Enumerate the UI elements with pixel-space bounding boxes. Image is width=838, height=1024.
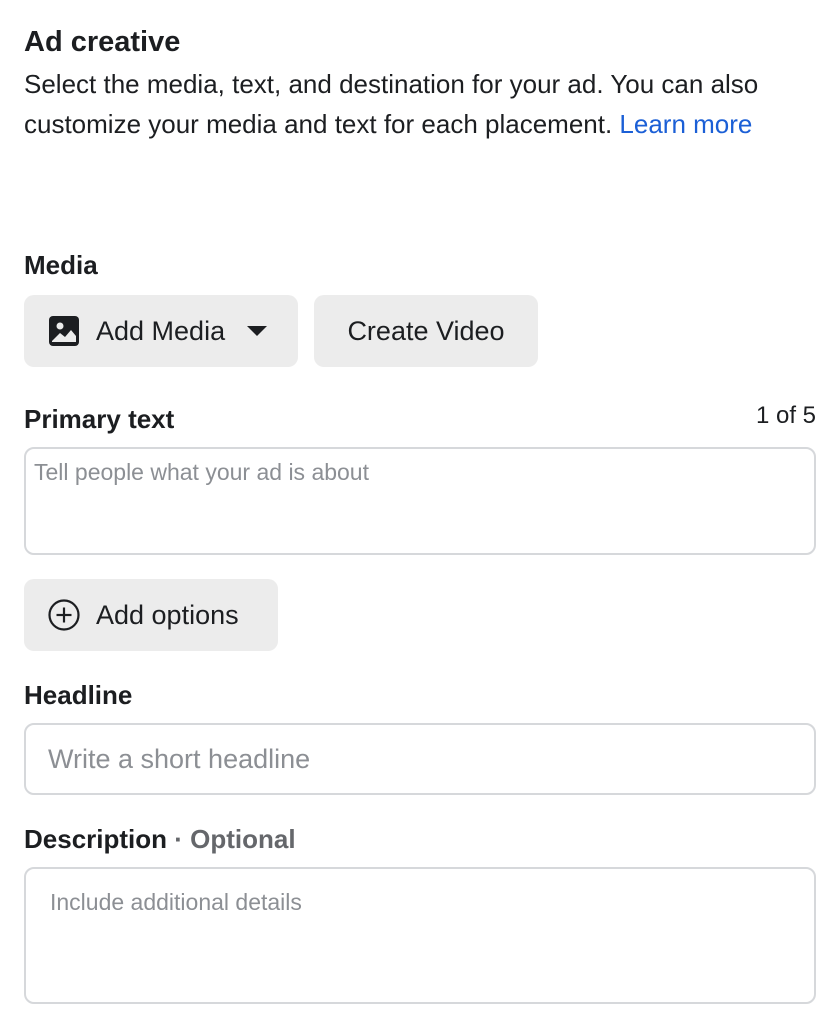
add-options-button[interactable]: Add options: [24, 579, 278, 651]
media-label: Media: [24, 250, 98, 280]
plus-circle-icon: [48, 599, 80, 631]
add-options-label: Add options: [96, 599, 239, 630]
intro-text: Select the media, text, and destination …: [24, 64, 814, 144]
image-icon: [48, 315, 80, 347]
create-video-button[interactable]: Create Video: [314, 295, 538, 367]
optional-tag: · Optional: [174, 824, 296, 854]
headline-input[interactable]: [24, 723, 816, 795]
headline-label: Headline: [24, 680, 133, 710]
add-media-button[interactable]: Add Media: [24, 295, 298, 367]
create-video-label: Create Video: [347, 315, 505, 346]
primary-text-counter: 1 of 5: [755, 402, 816, 429]
description-label: Description · Optional: [24, 824, 296, 855]
description-field[interactable]: [24, 867, 816, 1004]
primary-text-field[interactable]: [24, 447, 816, 555]
chevron-down-icon: [247, 326, 268, 336]
add-media-label: Add Media: [96, 315, 226, 346]
section-title: Ad creative: [24, 26, 181, 58]
learn-more-link[interactable]: Learn more: [619, 109, 752, 139]
primary-text-label: Primary text: [24, 404, 175, 434]
description-label-text: Description: [24, 824, 168, 854]
